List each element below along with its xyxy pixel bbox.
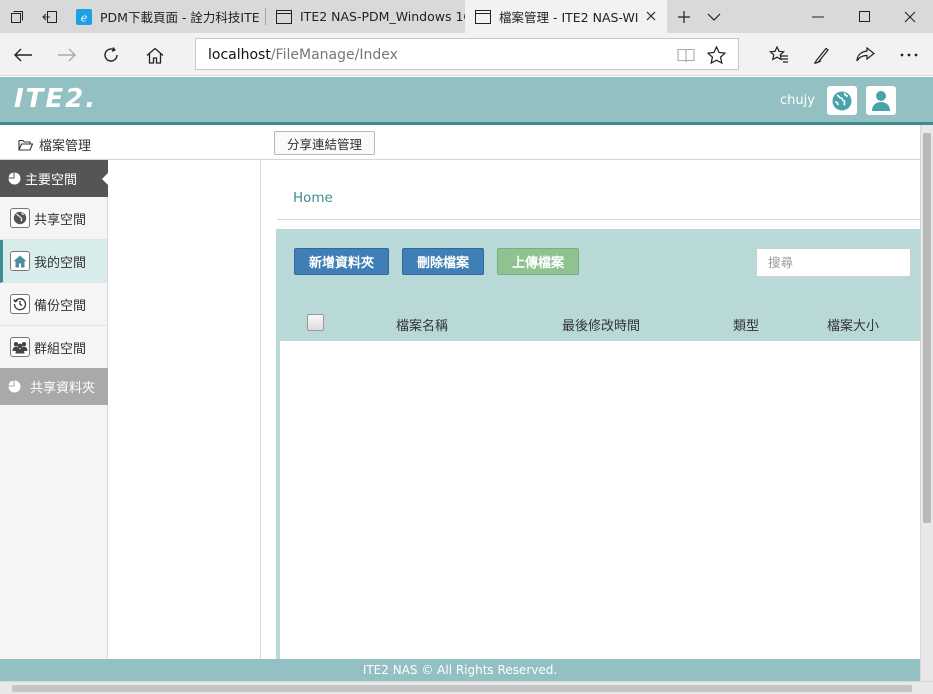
- sidebar-item-my-space[interactable]: 我的空間: [0, 240, 107, 283]
- minimize-icon[interactable]: [795, 0, 841, 33]
- web-note-pen-icon[interactable]: [804, 37, 840, 73]
- back-arrow-icon[interactable]: [5, 37, 41, 73]
- breadcrumb-home[interactable]: Home: [293, 190, 333, 206]
- tab-pdm-windows[interactable]: ITE2 NAS-PDM_Windows 1C: [266, 0, 465, 33]
- close-window-icon[interactable]: [887, 0, 933, 33]
- horizontal-scrollbar[interactable]: [0, 681, 933, 694]
- sidebar-item-group-space[interactable]: 群組空間: [0, 326, 107, 369]
- pie-chart-icon: [8, 172, 21, 185]
- url-host: localhost: [208, 47, 271, 63]
- file-list-panel: 新增資料夾 刪除檔案 上傳檔案 檔案名稱 最後修改時間 類型 檔案大小: [276, 229, 920, 659]
- sidebar: 主要空間 共享空間 我的空間 備份空間 群組空間 共享資料夾: [0, 160, 109, 659]
- more-menu-icon[interactable]: [891, 37, 927, 73]
- url-path: /FileManage/Index: [270, 47, 398, 63]
- sidebar-item-label: 備份空間: [34, 298, 87, 314]
- vertical-scrollbar-thumb[interactable]: [923, 133, 931, 523]
- page-icon: [475, 9, 491, 25]
- vertical-scrollbar[interactable]: [920, 125, 933, 681]
- delete-file-button[interactable]: 刪除檔案: [402, 248, 485, 275]
- page-title: 檔案管理: [18, 135, 91, 154]
- tab-title: PDM下載頁面 - 詮力科技ITE: [100, 10, 260, 25]
- tab-strip: e PDM下載頁面 - 詮力科技ITE ITE2 NAS-PDM_Windows…: [0, 0, 933, 33]
- folder-open-icon: [18, 139, 33, 151]
- address-toolbar: localhost/FileManage/Index: [0, 33, 933, 76]
- sidebar-header-shared-folder[interactable]: 共享資料夾: [0, 368, 108, 405]
- share-icon[interactable]: [847, 37, 883, 73]
- tab-manager-icon[interactable]: [0, 0, 33, 33]
- forward-arrow-icon[interactable]: [49, 37, 85, 73]
- page-subheader: 檔案管理 分享連結管理: [0, 125, 920, 160]
- file-table-header: 檔案名稱 最後修改時間 類型 檔案大小: [276, 305, 920, 341]
- sidebar-item-label: 共享空間: [34, 212, 87, 228]
- globe-icon[interactable]: [827, 86, 857, 115]
- refresh-icon[interactable]: [93, 37, 129, 73]
- globe-icon: [10, 208, 30, 228]
- username: chujy: [780, 93, 815, 108]
- pie-chart-icon: [8, 380, 21, 393]
- sidebar-item-label: 我的空間: [34, 255, 87, 271]
- sidebar-header-label: 主要空間: [25, 173, 78, 188]
- close-tab-icon[interactable]: [643, 8, 659, 24]
- maximize-icon[interactable]: [841, 0, 887, 33]
- tab-preview-chevron-icon[interactable]: [697, 0, 730, 33]
- tab-pdm-download[interactable]: e PDM下載頁面 - 詮力科技ITE: [66, 0, 266, 33]
- users-icon: [10, 337, 30, 357]
- tab-title: ITE2 NAS-PDM_Windows 1C: [300, 9, 465, 24]
- user-icon[interactable]: [866, 86, 896, 115]
- reading-view-icon[interactable]: [676, 45, 696, 65]
- edge-page-icon: e: [76, 8, 92, 25]
- svg-text:e: e: [81, 11, 88, 24]
- url-text: localhost/FileManage/Index: [208, 47, 398, 63]
- sidebar-header-label: 共享資料夾: [30, 381, 96, 396]
- page-title-text: 檔案管理: [39, 139, 92, 154]
- new-tab-icon[interactable]: [667, 0, 700, 33]
- search-input[interactable]: [756, 248, 911, 277]
- page-icon: [276, 9, 292, 25]
- address-bar[interactable]: localhost/FileManage/Index: [195, 38, 739, 70]
- app-logo[interactable]: ITE2.: [14, 84, 97, 114]
- favorite-star-icon[interactable]: [706, 45, 726, 65]
- column-header-size[interactable]: 檔案大小: [827, 315, 879, 334]
- tab-title: 檔案管理 - ITE2 NAS-WI: [499, 10, 639, 25]
- browser-window: e PDM下載頁面 - 詮力科技ITE ITE2 NAS-PDM_Windows…: [0, 0, 933, 694]
- sidebar-item-backup-space[interactable]: 備份空間: [0, 283, 107, 326]
- sidebar-item-label: 群組空間: [34, 341, 87, 357]
- tab-file-manage[interactable]: 檔案管理 - ITE2 NAS-WI: [465, 0, 667, 33]
- sidebar-header-main-space[interactable]: 主要空間: [0, 160, 109, 197]
- folder-tree-panel[interactable]: [109, 160, 261, 659]
- home-icon[interactable]: [137, 37, 173, 73]
- upload-file-button[interactable]: 上傳檔案: [497, 248, 580, 275]
- share-link-manage-button[interactable]: 分享連結管理: [274, 131, 376, 155]
- footer: ITE2 NAS © All Rights Reserved.: [0, 659, 920, 681]
- history-icon: [10, 294, 30, 314]
- horizontal-scrollbar-thumb[interactable]: [12, 685, 912, 692]
- favorites-hub-icon[interactable]: [761, 37, 797, 73]
- file-table-body: [280, 341, 920, 659]
- home-icon: [10, 251, 30, 271]
- column-header-filename[interactable]: 檔案名稱: [396, 315, 448, 334]
- sidebar-item-shared-space[interactable]: 共享空間: [0, 197, 107, 240]
- set-tabs-aside-icon[interactable]: [33, 0, 66, 33]
- new-folder-button[interactable]: 新增資料夾: [294, 248, 390, 275]
- breadcrumb-divider: [277, 219, 920, 220]
- column-header-modified[interactable]: 最後修改時間: [562, 315, 640, 334]
- column-header-type[interactable]: 類型: [733, 315, 759, 334]
- select-all-checkbox[interactable]: [307, 314, 324, 331]
